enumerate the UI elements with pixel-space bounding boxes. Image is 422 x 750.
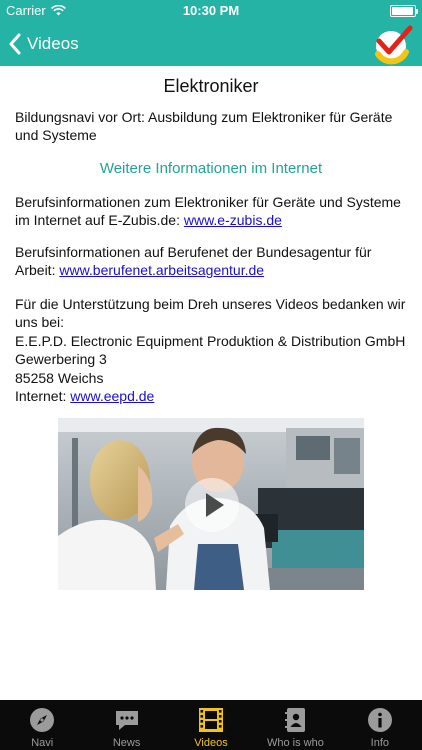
contacts-book-icon xyxy=(285,708,306,732)
internet-label: Internet: xyxy=(15,388,71,405)
more-info-link[interactable]: Weitere Informationen im Internet xyxy=(0,160,422,177)
back-button-label: Videos xyxy=(27,34,79,53)
company-city: 85258 Weichs xyxy=(15,369,104,386)
berufenet-link[interactable]: www.berufenet.arbeitsagentur.de xyxy=(59,262,264,278)
status-bar: Carrier 10:30 PM xyxy=(0,0,422,22)
page-title: Elektroniker xyxy=(163,76,259,96)
speech-bubble-icon xyxy=(115,711,138,730)
film-strip-icon xyxy=(199,708,224,732)
thanks-paragraph: Für die Unterstützung beim Dreh unseres … xyxy=(15,295,410,405)
navigation-bar: Videos xyxy=(0,22,422,66)
info-icon xyxy=(367,708,392,732)
tab-videos[interactable]: Videos xyxy=(169,700,253,750)
video-thumbnail[interactable] xyxy=(58,418,364,590)
zubis-paragraph: Berufsinformationen zum Elektroniker für… xyxy=(15,193,410,230)
play-icon[interactable] xyxy=(184,477,240,533)
company-name: E.E.P.D. Electronic Equipment Produktion… xyxy=(15,332,406,349)
tab-news-label: News xyxy=(112,737,141,749)
tab-info-label: Info xyxy=(370,737,389,749)
chevron-left-icon xyxy=(9,33,21,55)
eepd-link[interactable]: www.eepd.de xyxy=(70,388,154,404)
tab-info[interactable]: Info xyxy=(338,700,422,750)
back-button[interactable]: Videos xyxy=(8,30,79,58)
company-street: Gewerbering 3 xyxy=(15,351,107,368)
tab-news[interactable]: News xyxy=(84,700,168,750)
battery-level xyxy=(392,7,413,15)
bildungsnavi-logo xyxy=(375,25,413,65)
tab-who-is-who[interactable]: Who is who xyxy=(253,700,337,750)
tab-navi-label: Navi xyxy=(31,737,54,749)
status-time: 10:30 PM xyxy=(182,3,240,18)
article-content: Elektroniker Bildungsnavi vor Ort: Ausbi… xyxy=(0,66,422,700)
compass-icon xyxy=(30,708,55,732)
berufenet-paragraph: Berufsinformationen auf Berufenet der Bu… xyxy=(15,243,410,280)
intro-text: Bildungsnavi vor Ort: Ausbildung zum Ele… xyxy=(15,109,393,144)
battery-icon xyxy=(390,5,418,17)
company-internet: Internet: www.eepd.de xyxy=(15,387,410,405)
tab-videos-label: Videos xyxy=(194,737,228,749)
tab-who-is-who-label: Who is who xyxy=(266,737,324,749)
thanks-text: Für die Unterstützung beim Dreh unseres … xyxy=(15,296,406,331)
tab-navi[interactable]: Navi xyxy=(0,700,84,750)
tab-bar: Navi News Videos Who is who Info xyxy=(0,700,422,750)
zubis-link[interactable]: www.e-zubis.de xyxy=(184,212,282,228)
